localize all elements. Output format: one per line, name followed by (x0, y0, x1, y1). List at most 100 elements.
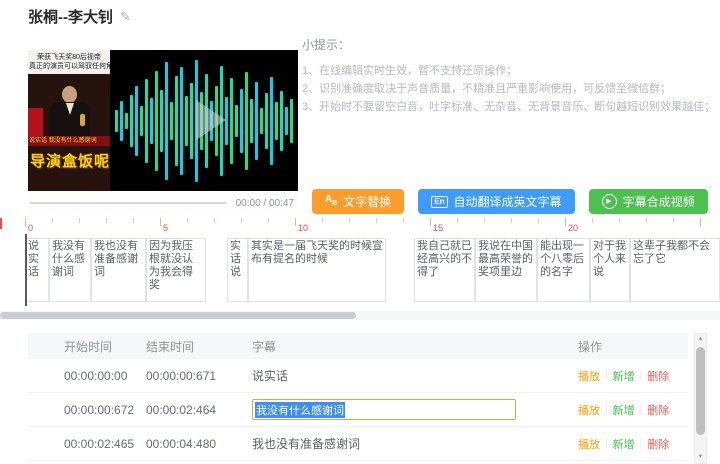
subtitle-segment[interactable]: 我说在中国最高荣誉的奖项里边 (475, 238, 537, 302)
ruler-tick (133, 218, 134, 223)
ruler-tick (430, 218, 431, 226)
subtitle-segment[interactable]: 对于我个人来说 (590, 238, 630, 302)
cell-operations: 播放 | 新增 | 删除 (578, 402, 688, 418)
ruler-tick-label: 15 (433, 223, 444, 233)
operation-separator: | (639, 404, 643, 415)
add-link[interactable]: 新增 (613, 402, 635, 418)
video-progress-bar[interactable] (30, 202, 227, 204)
subtitle-edit-input[interactable]: 我没有什么感谢词 (252, 399, 516, 420)
ruler-tick (214, 218, 215, 223)
ruler-tick (484, 218, 485, 223)
delete-link[interactable]: 删除 (647, 368, 669, 384)
play-link[interactable]: 播放 (578, 436, 600, 452)
waveform-bar (285, 106, 288, 135)
waveform-bar (255, 81, 258, 160)
operation-separator: | (605, 438, 608, 449)
ruler-tick (700, 218, 701, 226)
waveform-bar (160, 89, 163, 152)
cell-subtitle: 说实话 (252, 367, 578, 384)
subtitle-editor-page: 张桐--李大钊 ✎ 荣获飞天奖80后视帝 真正的演员可以驾驭任何角色 说实话 我… (0, 0, 720, 464)
ruler-tick (565, 218, 566, 226)
delete-link[interactable]: 删除 (647, 402, 669, 418)
scroll-up-icon[interactable]: ▲ (695, 334, 706, 345)
cell-subtitle: 我也没有准备感谢词 (252, 435, 578, 452)
cell-start-time: 00:00:00:00 (64, 368, 128, 383)
header-end-time: 结束时间 (146, 339, 195, 354)
subtitle-text[interactable]: 说实话 (252, 367, 578, 384)
edit-title-icon[interactable]: ✎ (120, 9, 131, 25)
ruler-tick (511, 218, 512, 223)
waveform-bar (190, 82, 193, 159)
waveform-bar (275, 101, 278, 140)
thumbnail-caption: 荣获飞天奖80后视帝 真正的演员可以驾驭任何角色 (28, 50, 110, 74)
ruler-tick (79, 218, 80, 223)
cell-subtitle: 我没有什么感谢词 (252, 399, 578, 420)
tip-line: 2、识别准确度取决于声音质量，不精准且严重影响使用，可反馈至微信群； (302, 83, 672, 95)
timeline-playhead[interactable] (25, 234, 27, 306)
subtitle-segment[interactable]: 能出现一个八零后的名字 (537, 238, 590, 302)
table-row: 00:00:00:00 00:00:00:671 说实话 播放 | 新增 | 删除 (28, 359, 688, 393)
subtitle-segment[interactable]: 我没有什么感谢词 (49, 238, 91, 302)
header-subtitle: 字幕 (252, 339, 277, 354)
timeline-ruler[interactable]: 0 5 10 15 20 (0, 218, 720, 234)
thumbnail-burned-subtitle: 说实话 我没有什么感谢词 (28, 136, 110, 146)
auto-translate-button[interactable]: En 自动翻译成英文字幕 (418, 189, 575, 214)
subtitle-segment[interactable]: 说实话 (25, 238, 49, 302)
play-link[interactable]: 播放 (578, 368, 600, 384)
vertical-scrollbar[interactable]: ▲ ▼ (694, 333, 707, 464)
thumbnail-big-caption: 导演盒饭呢 (30, 153, 110, 170)
subtitle-segment[interactable]: 其实是一届飞天奖的时候宣布有提名的时候 (248, 238, 386, 302)
subtitle-segment[interactable]: 因为我压根就没认为我会得奖 (146, 238, 206, 302)
delete-link[interactable]: 删除 (647, 436, 669, 452)
ruler-tick-label: 0 (28, 223, 34, 233)
play-link[interactable]: 播放 (578, 402, 600, 418)
add-link[interactable]: 新增 (613, 368, 635, 384)
waveform-bar (245, 71, 248, 170)
waveform-bar (170, 101, 173, 140)
subtitle-segment[interactable]: 实话说 (227, 238, 248, 302)
waveform-bar (115, 109, 118, 132)
ruler-tick-label: 10 (298, 223, 309, 233)
ruler-tick (322, 218, 323, 223)
vertical-scrollbar-thumb[interactable] (696, 347, 705, 435)
subtitle-segment[interactable]: 我自己就已经高兴的不得了 (414, 238, 475, 302)
cell-end-time: 00:00:02:464 (146, 402, 217, 417)
add-link[interactable]: 新增 (613, 436, 635, 452)
table-row: 00:00:02:465 00:00:04:480 我也没有准备感谢词 播放 | 新增 | 删… (28, 427, 688, 461)
ruler-tick (592, 218, 593, 223)
scroll-down-icon[interactable]: ▼ (695, 452, 706, 463)
waveform-bar (185, 95, 188, 146)
waveform-bar (180, 66, 183, 175)
waveform-bar (265, 92, 268, 149)
play-button-overlay[interactable] (196, 100, 226, 140)
video-screen[interactable]: 荣获飞天奖80后视帝 真正的演员可以驾驭任何角色 说实话 我没有什么感谢词 导演… (28, 50, 298, 191)
ruler-tick (403, 218, 404, 223)
subtitle-segment[interactable]: 我也没有准备感谢词 (91, 238, 146, 302)
tips-heading: 小提示： (302, 38, 351, 52)
tip-line: 3、开始时不要留空白音，吐字标准、无杂音、无背景音乐、断句越短识别效果越佳； (302, 101, 712, 113)
horizontal-scrollbar-thumb[interactable] (0, 312, 356, 319)
english-icon: En (431, 195, 448, 208)
waveform-bar (150, 97, 153, 144)
compose-video-button[interactable]: ▶ 字幕合成视频 (588, 189, 708, 214)
text-replace-icon: AB (325, 193, 338, 207)
waveform-bar (280, 90, 283, 151)
text-replace-button[interactable]: AB 文字替换 (312, 189, 405, 214)
play-circle-icon: ▶ (601, 194, 617, 209)
subtitle-table: 开始时间 结束时间 字幕 操作 00:00:00:00 00:00:00:671 说… (28, 333, 688, 461)
waveform-bar (135, 85, 138, 156)
operation-separator: | (639, 370, 643, 381)
ruler-tick (106, 218, 107, 223)
video-player: 荣获飞天奖80后视帝 真正的演员可以驾驭任何角色 说实话 我没有什么感谢词 导演… (28, 50, 298, 213)
video-thumbnail: 荣获飞天奖80后视帝 真正的演员可以驾驭任何角色 说实话 我没有什么感谢词 导演… (28, 50, 110, 191)
ruler-edge-marker (0, 218, 2, 229)
horizontal-scrollbar[interactable] (0, 311, 720, 320)
tips-list: 1、在线编辑实时生效，暂不支持还原操作； 2、识别准确度取决于声音质量，不精准且严… (302, 62, 712, 116)
subtitle-segment[interactable]: 这辈子我都不会忘了它 (630, 238, 720, 302)
header-start-time: 开始时间 (64, 339, 113, 354)
compose-video-label: 字幕合成视频 (622, 195, 695, 209)
cell-start-time: 00:00:00:672 (64, 402, 135, 417)
subtitle-text[interactable]: 我也没有准备感谢词 (252, 435, 578, 452)
waveform-bar (130, 94, 133, 147)
waveform-bar (240, 88, 243, 153)
